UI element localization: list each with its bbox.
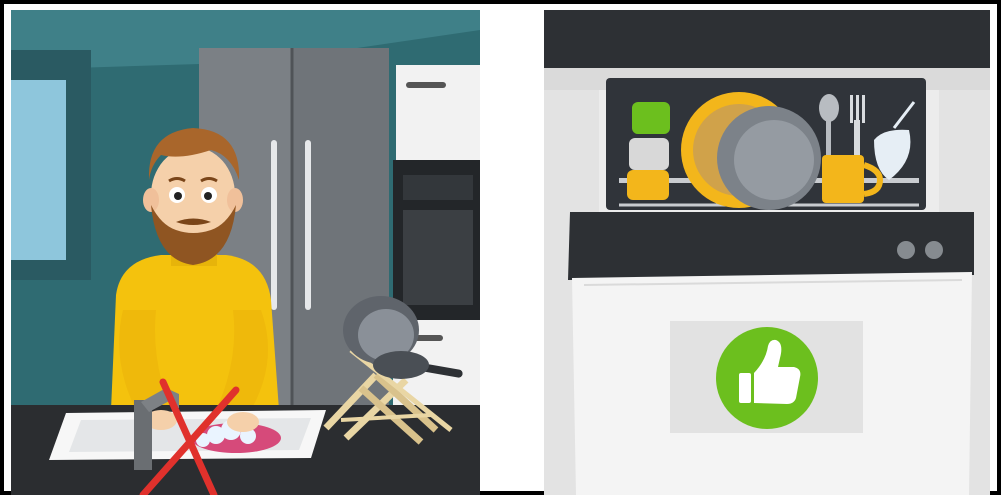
fork-tine-3 bbox=[862, 95, 865, 123]
white-cup bbox=[629, 138, 669, 170]
upper-cabinet bbox=[396, 65, 480, 160]
fridge-handle-right bbox=[305, 140, 311, 310]
dishwasher-illustration bbox=[544, 10, 990, 495]
fridge-handle-left bbox=[271, 140, 277, 310]
fork-handle bbox=[854, 120, 860, 160]
ear-left bbox=[143, 188, 159, 212]
control-button-2 bbox=[925, 241, 943, 259]
pupil-right bbox=[204, 192, 212, 200]
oven-panel bbox=[403, 175, 473, 200]
control-button-1 bbox=[897, 241, 915, 259]
cabinet-handle bbox=[406, 82, 446, 88]
hand-right bbox=[227, 412, 259, 432]
window-glass bbox=[11, 80, 66, 260]
hand-washing-scene bbox=[11, 10, 480, 495]
green-cup bbox=[632, 102, 670, 134]
yellow-cup-bottom bbox=[627, 170, 669, 200]
fork-tine-1 bbox=[850, 95, 853, 123]
countertop-edge bbox=[544, 10, 990, 68]
oven-window bbox=[403, 210, 473, 305]
dishwasher-scene bbox=[544, 10, 990, 495]
hand-washing-illustration bbox=[11, 10, 480, 495]
fork-tine-2 bbox=[856, 95, 859, 123]
pupil-left bbox=[174, 192, 182, 200]
grey-plate-inner bbox=[734, 120, 814, 200]
spoon-head bbox=[819, 94, 839, 122]
yellow-mug bbox=[822, 155, 864, 203]
